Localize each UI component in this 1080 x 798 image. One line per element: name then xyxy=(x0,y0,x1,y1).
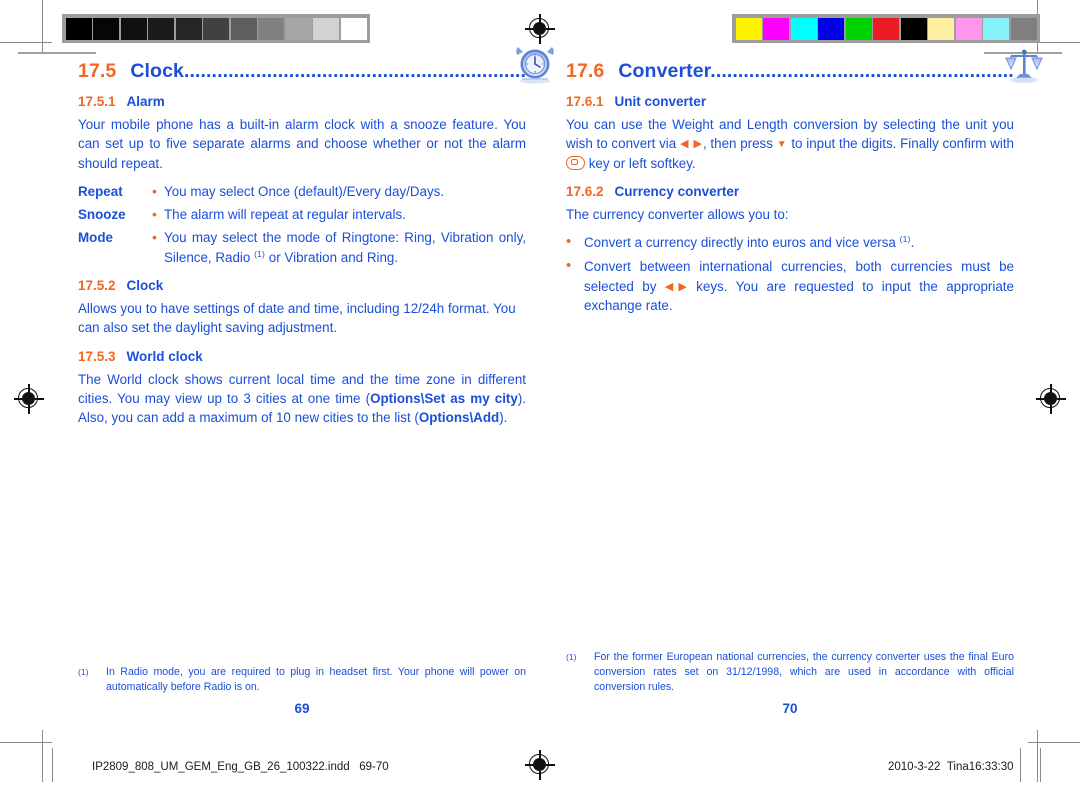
definition-row-mode: Mode • You may select the mode of Ringto… xyxy=(78,228,526,267)
paragraph-world-clock: The World clock shows current local time… xyxy=(78,371,527,426)
footnote-page-69: (1) In Radio mode, you are required to p… xyxy=(78,665,526,695)
definition-row-repeat: Repeat • You may select Once (default)/E… xyxy=(78,182,526,201)
footnote-marker: (1) xyxy=(899,234,911,245)
section-heading-17-6: 17.6 Converter..........................… xyxy=(566,49,1043,83)
section-number: 17.5 xyxy=(78,60,117,82)
subsection-heading-17-5-3: 17.5.3 World clock xyxy=(78,349,526,364)
subsection-heading-17-6-1: 17.6.1 Unit converter xyxy=(566,94,1014,109)
subsection-title: Alarm xyxy=(126,94,165,109)
footnote-marker: (1) xyxy=(566,652,577,662)
definition-row-snooze: Snooze • The alarm will repeat at regula… xyxy=(78,205,526,224)
left-right-arrow-keys-icon: ◀ ▶ xyxy=(679,138,703,151)
subsection-heading-17-5-1: 17.5.1 Alarm xyxy=(78,94,526,109)
paragraph-alarm-intro: Your mobile phone has a built-in alarm c… xyxy=(78,117,526,171)
definition-description: You may select Once (default)/Every day/… xyxy=(164,183,445,199)
section-number: 17.6 xyxy=(566,60,605,82)
definition-term: Repeat xyxy=(78,183,123,199)
subsection-heading-17-5-2: 17.5.2 Clock xyxy=(78,278,526,293)
subsection-title: Unit converter xyxy=(614,94,707,109)
list-item-text: Convert between international currencies… xyxy=(584,259,1014,314)
footnote-marker: (1) xyxy=(78,667,89,677)
bullet-icon: • xyxy=(152,182,157,199)
paragraph-clock: Allows you to have settings of date and … xyxy=(78,301,516,336)
down-arrow-key-icon: ▼ xyxy=(776,138,788,150)
list-item-text: Convert a currency directly into euros a… xyxy=(584,234,915,251)
balance-scales-icon xyxy=(1002,44,1048,92)
alarm-clock-icon xyxy=(514,44,560,92)
list-item: • Convert a currency directly into euros… xyxy=(566,233,1014,252)
page-number-69: 69 xyxy=(294,701,310,716)
left-right-arrow-keys-icon: ◀ ▶ xyxy=(664,280,688,293)
section-title: Clock...................................… xyxy=(130,60,526,82)
definition-description: The alarm will repeat at regular interva… xyxy=(164,207,406,223)
proof-sheet: 17.5 Clock..............................… xyxy=(0,0,1080,798)
page-number-70: 70 xyxy=(782,701,798,716)
bullet-icon: • xyxy=(152,206,157,223)
ui-path-options-add: Options\Add xyxy=(418,410,500,426)
subsection-number: 17.5.1 xyxy=(78,94,116,109)
footnote-text: In Radio mode, you are required to plug … xyxy=(106,666,526,694)
bullet-icon: • xyxy=(152,229,157,246)
section-heading-17-5: 17.5 Clock..............................… xyxy=(78,47,554,84)
subsection-number: 17.5.3 xyxy=(78,348,116,364)
manual-page-69: 17.5 Clock..............................… xyxy=(78,47,554,716)
footnote-marker: (1) xyxy=(254,248,266,259)
definition-term: Snooze xyxy=(78,207,126,223)
list-item: • Convert between international currenci… xyxy=(566,257,1014,315)
subsection-number: 17.5.2 xyxy=(78,278,116,294)
footnote-page-70: (1) For the former European national cur… xyxy=(566,650,1014,695)
bullet-icon: • xyxy=(566,233,572,251)
subsection-title: Clock xyxy=(126,278,164,294)
ok-key-icon xyxy=(566,155,585,170)
footnote-text: For the former European national currenc… xyxy=(594,651,1014,694)
subsection-heading-17-6-2: 17.6.2 Currency converter xyxy=(566,184,1014,199)
slug-timestamp: 2010-3-22 Tina16:33:30 xyxy=(888,761,1014,773)
subsection-title: Currency converter xyxy=(614,183,740,199)
definition-term: Mode xyxy=(78,230,113,246)
slug-filename: IP2809_808_UM_GEM_Eng_GB_26_100322.indd … xyxy=(92,761,389,773)
subsection-number: 17.6.2 xyxy=(566,183,604,199)
paragraph-currency-intro: The currency converter allows you to: xyxy=(566,206,789,222)
subsection-number: 17.6.1 xyxy=(566,94,604,109)
manual-page-70: 17.6 Converter..........................… xyxy=(566,49,1043,716)
subsection-title: World clock xyxy=(126,348,203,364)
bullet-icon: • xyxy=(566,257,572,275)
definition-description: You may select the mode of Ringtone: Rin… xyxy=(164,230,526,265)
ui-path-options-set-as-my-city: Options\Set as my city xyxy=(370,390,518,406)
paragraph-unit-converter: You can use the Weight and Length conver… xyxy=(566,117,1014,171)
manual-spread: 17.5 Clock..............................… xyxy=(0,0,1080,798)
currency-feature-list: • Convert a currency directly into euros… xyxy=(566,233,1014,315)
section-title: Converter...............................… xyxy=(618,60,1014,82)
